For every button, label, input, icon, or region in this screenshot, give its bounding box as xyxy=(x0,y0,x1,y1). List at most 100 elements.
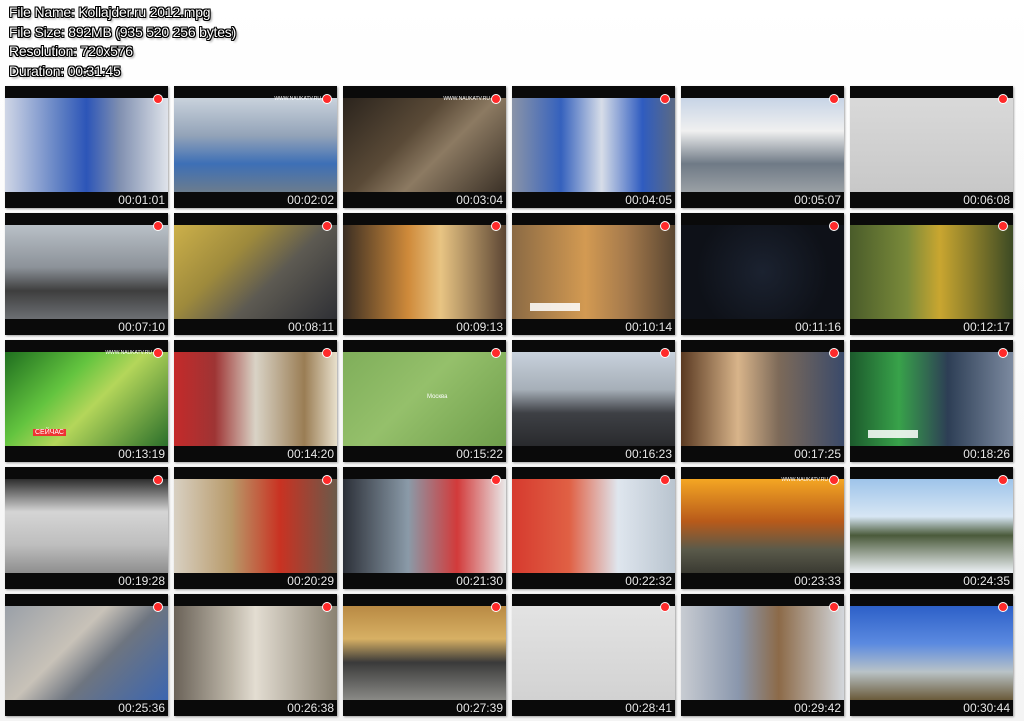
thumbnail-top-bar xyxy=(850,86,1013,98)
lower-third-caption xyxy=(530,303,580,311)
file-info-header: File Name: Kollajder.ru 2012.mpg File Si… xyxy=(9,3,236,81)
thumbnail-image xyxy=(850,225,1013,319)
timestamp-label: 00:25:36 xyxy=(118,701,165,715)
timestamp-label: 00:09:13 xyxy=(456,320,503,334)
video-contact-sheet: File Name: Kollajder.ru 2012.mpg File Si… xyxy=(0,0,1024,721)
timestamp-label: 00:13:19 xyxy=(118,447,165,461)
thumbnail-top-bar xyxy=(343,594,506,606)
thumbnail-image xyxy=(512,98,675,192)
video-thumbnail[interactable]: WWW.NAUKATV.RU СЕЙЧАС 00:13:19 xyxy=(5,340,168,462)
channel-logo-icon xyxy=(323,95,331,103)
video-thumbnail[interactable]: WWW.NAUKATV.RU 00:02:02 xyxy=(174,86,337,208)
timestamp-label: 00:21:30 xyxy=(456,574,503,588)
video-thumbnail[interactable]: 00:01:01 xyxy=(5,86,168,208)
video-thumbnail[interactable]: 00:16:23 xyxy=(512,340,675,462)
video-thumbnail[interactable]: Москва 00:15:22 xyxy=(343,340,506,462)
thumbnail-image xyxy=(850,479,1013,573)
timestamp-label: 00:03:04 xyxy=(456,193,503,207)
video-thumbnail[interactable]: 00:17:25 xyxy=(681,340,844,462)
video-thumbnail[interactable]: 00:18:26 xyxy=(850,340,1013,462)
file-size-label: File Size: 892MB (935 520 256 bytes) xyxy=(9,23,237,40)
thumbnail-image xyxy=(174,352,337,446)
thumbnail-image xyxy=(174,98,337,192)
thumbnail-top-bar xyxy=(850,467,1013,479)
timestamp-label: 00:08:11 xyxy=(288,320,334,334)
channel-logo-icon xyxy=(830,603,838,611)
channel-logo-icon xyxy=(492,603,500,611)
timestamp-label: 00:28:41 xyxy=(625,701,672,715)
timestamp-label: 00:06:08 xyxy=(963,193,1010,207)
video-thumbnail[interactable]: 00:04:05 xyxy=(512,86,675,208)
video-thumbnail[interactable]: 00:05:07 xyxy=(681,86,844,208)
channel-logo-icon xyxy=(492,349,500,357)
video-thumbnail[interactable]: 00:26:38 xyxy=(174,594,337,716)
channel-logo-icon xyxy=(323,603,331,611)
thumbnail-top-bar xyxy=(174,213,337,225)
channel-logo-icon xyxy=(830,95,838,103)
timestamp-label: 00:16:23 xyxy=(625,447,672,461)
timestamp-label: 00:14:20 xyxy=(287,447,334,461)
channel-logo-icon xyxy=(999,603,1007,611)
channel-logo-icon xyxy=(323,222,331,230)
video-thumbnail[interactable]: 00:19:28 xyxy=(5,467,168,589)
overlay-text: СЕЙЧАС xyxy=(33,429,66,436)
timestamp-label: 00:04:05 xyxy=(625,193,672,207)
thumbnail-image xyxy=(174,479,337,573)
thumbnail-top-bar xyxy=(5,594,168,606)
thumbnail-top-bar xyxy=(681,594,844,606)
video-thumbnail[interactable]: 00:22:32 xyxy=(512,467,675,589)
thumbnail-top-bar xyxy=(681,213,844,225)
thumbnail-top-bar xyxy=(343,467,506,479)
channel-logo-icon xyxy=(154,603,162,611)
thumbnail-top-bar xyxy=(5,213,168,225)
channel-logo-icon xyxy=(154,476,162,484)
thumbnail-image xyxy=(343,98,506,192)
video-thumbnail[interactable]: 00:21:30 xyxy=(343,467,506,589)
channel-logo-icon xyxy=(154,95,162,103)
video-thumbnail[interactable]: 00:14:20 xyxy=(174,340,337,462)
channel-logo-icon xyxy=(492,222,500,230)
timestamp-label: 00:22:32 xyxy=(625,574,672,588)
timestamp-label: 00:17:25 xyxy=(794,447,841,461)
overlay-text: Москва xyxy=(427,394,448,400)
thumbnail-image xyxy=(850,98,1013,192)
timestamp-label: 00:20:29 xyxy=(287,574,334,588)
video-thumbnail[interactable]: 00:10:14 xyxy=(512,213,675,335)
channel-logo-icon xyxy=(999,349,1007,357)
video-thumbnail[interactable]: 00:11:16 xyxy=(681,213,844,335)
channel-logo-icon xyxy=(830,476,838,484)
lower-third-caption xyxy=(868,430,918,438)
video-thumbnail[interactable]: 00:20:29 xyxy=(174,467,337,589)
thumbnail-image xyxy=(5,352,168,446)
channel-logo-icon xyxy=(830,222,838,230)
video-thumbnail[interactable]: 00:24:35 xyxy=(850,467,1013,589)
video-thumbnail[interactable]: 00:08:11 xyxy=(174,213,337,335)
channel-logo-icon xyxy=(323,476,331,484)
video-thumbnail[interactable]: 00:29:42 xyxy=(681,594,844,716)
thumbnail-image xyxy=(681,606,844,700)
thumbnail-top-bar xyxy=(174,594,337,606)
thumbnail-image xyxy=(5,98,168,192)
video-thumbnail[interactable]: 00:25:36 xyxy=(5,594,168,716)
video-thumbnail[interactable]: 00:27:39 xyxy=(343,594,506,716)
site-watermark: WWW.NAUKATV.RU xyxy=(274,96,321,102)
channel-logo-icon xyxy=(830,349,838,357)
timestamp-label: 00:01:01 xyxy=(118,193,165,207)
video-thumbnail[interactable]: 00:30:44 xyxy=(850,594,1013,716)
video-thumbnail[interactable]: 00:28:41 xyxy=(512,594,675,716)
thumbnail-image xyxy=(681,98,844,192)
thumbnail-top-bar xyxy=(512,86,675,98)
video-thumbnail[interactable]: WWW.NAUKATV.RU 00:23:33 xyxy=(681,467,844,589)
thumbnail-top-bar xyxy=(512,340,675,352)
video-thumbnail[interactable]: 00:12:17 xyxy=(850,213,1013,335)
thumbnail-image xyxy=(5,606,168,700)
thumbnail-top-bar xyxy=(681,340,844,352)
channel-logo-icon xyxy=(999,95,1007,103)
thumbnail-grid: 00:01:01 WWW.NAUKATV.RU 00:02:02 WWW.NAUKAT… xyxy=(5,86,1019,716)
video-thumbnail[interactable]: 00:09:13 xyxy=(343,213,506,335)
timestamp-label: 00:02:02 xyxy=(287,193,334,207)
video-thumbnail[interactable]: WWW.NAUKATV.RU 00:03:04 xyxy=(343,86,506,208)
channel-logo-icon xyxy=(999,222,1007,230)
video-thumbnail[interactable]: 00:07:10 xyxy=(5,213,168,335)
video-thumbnail[interactable]: 00:06:08 xyxy=(850,86,1013,208)
